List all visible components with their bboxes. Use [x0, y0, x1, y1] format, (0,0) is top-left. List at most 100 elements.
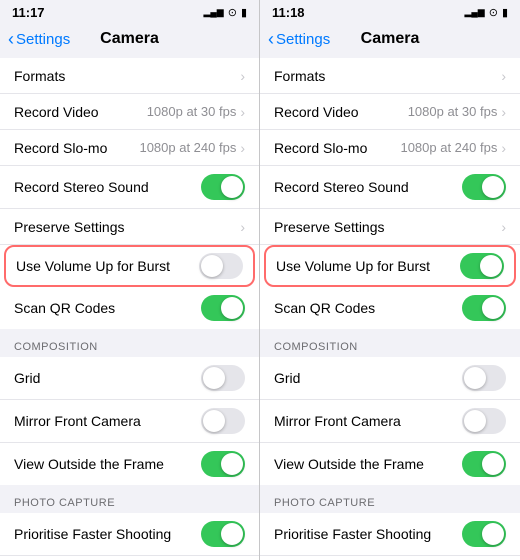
page-title: Camera — [361, 30, 420, 48]
toggle[interactable] — [199, 253, 243, 279]
battery-icon: ▮ — [241, 6, 247, 19]
toggle-thumb — [221, 523, 243, 545]
settings-row[interactable]: Record Stereo Sound — [260, 166, 520, 209]
toggle[interactable] — [462, 408, 506, 434]
row-label: Record Stereo Sound — [14, 179, 149, 195]
nav-bar: ‹ Settings Camera — [0, 22, 259, 58]
row-label: Preserve Settings — [274, 219, 385, 235]
chevron-right-icon: › — [240, 68, 245, 84]
row-label: Record Stereo Sound — [274, 179, 409, 195]
row-label: Scan QR Codes — [274, 300, 375, 316]
toggle-thumb — [203, 410, 225, 432]
settings-row[interactable]: Scan QR Codes — [0, 287, 259, 329]
photo-capture-section: Prioritise Faster Shooting Intelligently … — [260, 513, 520, 560]
composition-header: COMPOSITION — [0, 335, 259, 357]
row-label: Use Volume Up for Burst — [16, 258, 170, 274]
toggle[interactable] — [201, 408, 245, 434]
toggle-thumb — [480, 255, 502, 277]
toggle[interactable] — [462, 521, 506, 547]
settings-row[interactable]: View Outside the Frame — [0, 443, 259, 485]
settings-row[interactable]: Record Slo-mo1080p at 240 fps › — [260, 130, 520, 166]
settings-row[interactable]: Record Video 1080p at 30 fps › — [0, 94, 259, 130]
chevron-right-icon: › — [240, 219, 245, 235]
row-label: Record Video — [274, 104, 359, 120]
back-button[interactable]: ‹ Settings — [268, 31, 330, 48]
photo-capture-header: PHOTO CAPTURE — [260, 491, 520, 513]
status-time: 11:18 — [272, 5, 305, 20]
row-value: 1080p at 30 fps › — [147, 104, 245, 120]
toggle[interactable] — [462, 451, 506, 477]
row-label: Preserve Settings — [14, 219, 125, 235]
settings-row[interactable]: Mirror Front Camera — [0, 400, 259, 443]
wifi-icon: ⊙ — [489, 6, 498, 19]
settings-row[interactable]: Preserve Settings › — [0, 209, 259, 245]
signal-icon: ▂▄▆ — [464, 7, 484, 18]
photo-capture-header: PHOTO CAPTURE — [0, 491, 259, 513]
settings-row[interactable]: Preserve Settings› — [260, 209, 520, 245]
toggle-thumb — [482, 176, 504, 198]
toggle-thumb — [482, 297, 504, 319]
composition-section: GridMirror Front Camera View Outside the … — [260, 357, 520, 485]
toggle[interactable] — [462, 365, 506, 391]
photo-capture-section: Prioritise Faster ShootingIntelligently … — [0, 513, 259, 560]
row-label: View Outside the Frame — [274, 456, 424, 472]
composition-section: Grid Mirror Front Camera View Outside the … — [0, 357, 259, 485]
settings-row[interactable]: Grid — [260, 357, 520, 400]
settings-row[interactable]: Prioritise Faster Shooting — [0, 513, 259, 556]
back-button[interactable]: ‹ Settings — [8, 31, 70, 48]
settings-row[interactable]: Formats › — [0, 58, 259, 94]
back-label[interactable]: Settings — [16, 31, 70, 48]
row-label: Formats — [14, 68, 65, 84]
settings-row[interactable]: Record Slo-mo 1080p at 240 fps › — [0, 130, 259, 166]
nav-bar: ‹ Settings Camera — [260, 22, 520, 58]
settings-row[interactable]: Use Volume Up for Burst — [264, 245, 516, 287]
status-icons: ▂▄▆ ⊙ ▮ — [203, 6, 247, 19]
row-label: Mirror Front Camera — [14, 413, 141, 429]
settings-row[interactable]: Mirror Front Camera — [260, 400, 520, 443]
row-value: 1080p at 240 fps › — [139, 140, 245, 156]
toggle[interactable] — [201, 365, 245, 391]
status-bar: 11:17 ▂▄▆ ⊙ ▮ — [0, 0, 259, 22]
row-value: 1080p at 30 fps › — [408, 104, 506, 120]
back-label[interactable]: Settings — [276, 31, 330, 48]
toggle[interactable] — [201, 174, 245, 200]
settings-row[interactable]: Formats› — [260, 58, 520, 94]
row-label: Record Slo-mo — [14, 140, 107, 156]
toggle-thumb — [203, 367, 225, 389]
toggle-thumb — [464, 410, 486, 432]
back-chevron-icon: ‹ — [268, 30, 274, 48]
row-label: Record Video — [14, 104, 99, 120]
settings-row[interactable]: Prioritise Faster Shooting — [260, 513, 520, 556]
toggle-thumb — [201, 255, 223, 277]
status-icons: ▂▄▆ ⊙ ▮ — [464, 6, 508, 19]
toggle[interactable] — [201, 295, 245, 321]
back-chevron-icon: ‹ — [8, 30, 14, 48]
toggle[interactable] — [201, 521, 245, 547]
settings-row[interactable]: Record Stereo Sound — [0, 166, 259, 209]
settings-row[interactable]: Use Volume Up for Burst — [4, 245, 255, 287]
toggle-thumb — [482, 523, 504, 545]
toggle-thumb — [221, 297, 243, 319]
toggle-thumb — [464, 367, 486, 389]
toggle[interactable] — [201, 451, 245, 477]
toggle-thumb — [221, 176, 243, 198]
page-title: Camera — [100, 30, 159, 48]
photo-note: Intelligently adapt image quality when r… — [260, 556, 520, 560]
chevron-right-icon: › — [501, 104, 506, 120]
toggle-thumb — [221, 453, 243, 475]
settings-row[interactable]: Scan QR Codes — [260, 287, 520, 329]
battery-icon: ▮ — [502, 6, 508, 19]
wifi-icon: ⊙ — [228, 6, 237, 19]
settings-row[interactable]: View Outside the Frame — [260, 443, 520, 485]
toggle-thumb — [482, 453, 504, 475]
settings-row[interactable]: Grid — [0, 357, 259, 400]
chevron-right-icon: › — [501, 68, 506, 84]
settings-row[interactable]: Record Video 1080p at 30 fps › — [260, 94, 520, 130]
toggle[interactable] — [462, 295, 506, 321]
row-label: Prioritise Faster Shooting — [274, 526, 431, 542]
row-label: Scan QR Codes — [14, 300, 115, 316]
toggle[interactable] — [462, 174, 506, 200]
row-label: View Outside the Frame — [14, 456, 164, 472]
toggle[interactable] — [460, 253, 504, 279]
panel-left: 11:17 ▂▄▆ ⊙ ▮ ‹ Settings Camera Formats ›… — [0, 0, 260, 560]
